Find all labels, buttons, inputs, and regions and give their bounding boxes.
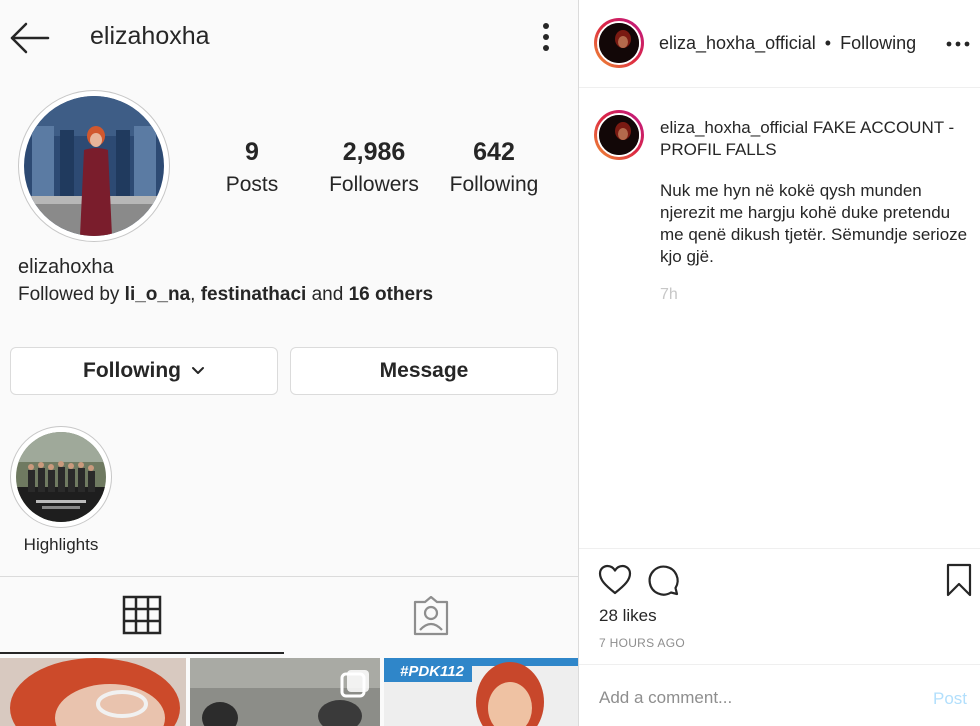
followed-by-separator: , xyxy=(190,284,196,305)
post-thumbnail-1[interactable] xyxy=(0,658,186,726)
add-comment-input[interactable] xyxy=(599,688,919,708)
post-timestamp: 7 HOURS AGO xyxy=(599,636,685,650)
posts-label: Posts xyxy=(225,173,279,196)
tabs-divider xyxy=(0,576,578,577)
story-highlight-label: Highlights xyxy=(23,535,99,554)
followed-by-others[interactable]: 16 others xyxy=(349,284,433,305)
more-horizontal-icon[interactable] xyxy=(945,32,971,56)
profile-avatar[interactable] xyxy=(18,90,170,242)
tab-posts-grid[interactable] xyxy=(0,578,284,654)
followers-count: 2,986 xyxy=(342,138,406,166)
story-highlight[interactable] xyxy=(10,426,112,528)
following-button-label: Following xyxy=(83,359,181,382)
followed-by-text[interactable]: Followed by li_o_na, festinathaci and 16… xyxy=(18,284,433,306)
post-panel: eliza_hoxha_official • Following eliza_h… xyxy=(578,0,980,726)
followers-label: Followers xyxy=(329,173,419,196)
message-button-label: Message xyxy=(379,359,469,382)
chevron-down-icon xyxy=(191,367,204,374)
posts-stat: 9 Posts xyxy=(212,138,292,197)
hashtag-text: #PDK112 xyxy=(400,663,465,680)
followed-by-user-2[interactable]: festinathaci xyxy=(201,284,307,305)
caption-username[interactable]: eliza_hoxha_official xyxy=(660,118,808,137)
comment-divider xyxy=(579,664,980,665)
followed-by-user-1[interactable]: li_o_na xyxy=(125,284,190,305)
following-stat[interactable]: 642 Following xyxy=(444,138,544,197)
followers-stat[interactable]: 2,986 Followers xyxy=(322,138,426,197)
following-button[interactable]: Following xyxy=(10,347,278,395)
following-count: 642 xyxy=(473,138,515,166)
likes-count[interactable]: 28 likes xyxy=(599,606,657,626)
follow-status[interactable]: Following xyxy=(840,33,916,53)
caption-author-avatar[interactable] xyxy=(594,110,644,160)
message-button[interactable]: Message xyxy=(290,347,558,395)
profile-panel: elizahoxha 9 Posts 2,986 Followers 642 F… xyxy=(0,0,578,726)
more-options-icon[interactable] xyxy=(536,22,556,52)
profile-avatar-image xyxy=(24,96,164,236)
comment-bubble-icon[interactable] xyxy=(645,562,681,598)
profile-display-name: elizahoxha xyxy=(18,256,114,278)
post-author-avatar[interactable] xyxy=(594,18,644,68)
post-thumbnail-2[interactable] xyxy=(190,658,380,726)
post-thumbnail-3[interactable]: #PDK112 xyxy=(384,658,578,726)
post-comment-button[interactable]: Post xyxy=(933,689,967,709)
caption-headline: eliza_hoxha_official FAKE ACCOUNT - PROF… xyxy=(660,117,970,161)
story-highlight-image xyxy=(16,432,106,522)
tagged-user-icon xyxy=(413,596,449,636)
back-arrow-icon[interactable] xyxy=(8,18,52,58)
heart-icon[interactable] xyxy=(597,562,633,598)
post-author-line: eliza_hoxha_official • Following xyxy=(659,33,916,54)
caption-timestamp: 7h xyxy=(660,286,678,303)
followed-by-and: and xyxy=(311,284,344,305)
bookmark-icon[interactable] xyxy=(941,562,977,598)
post-author-username[interactable]: eliza_hoxha_official xyxy=(659,33,816,53)
actions-divider xyxy=(579,548,980,549)
following-label: Following xyxy=(449,173,539,196)
profile-username-header: elizahoxha xyxy=(90,22,210,50)
separator-dot: • xyxy=(824,33,832,53)
caption-body: Nuk me hyn në kokë qysh munden njerezit … xyxy=(660,181,968,266)
followed-by-prefix: Followed by xyxy=(18,284,120,305)
posts-count: 9 xyxy=(245,138,259,166)
tab-tagged[interactable] xyxy=(284,578,578,654)
grid-icon xyxy=(122,595,162,635)
post-header: eliza_hoxha_official • Following xyxy=(579,0,980,88)
